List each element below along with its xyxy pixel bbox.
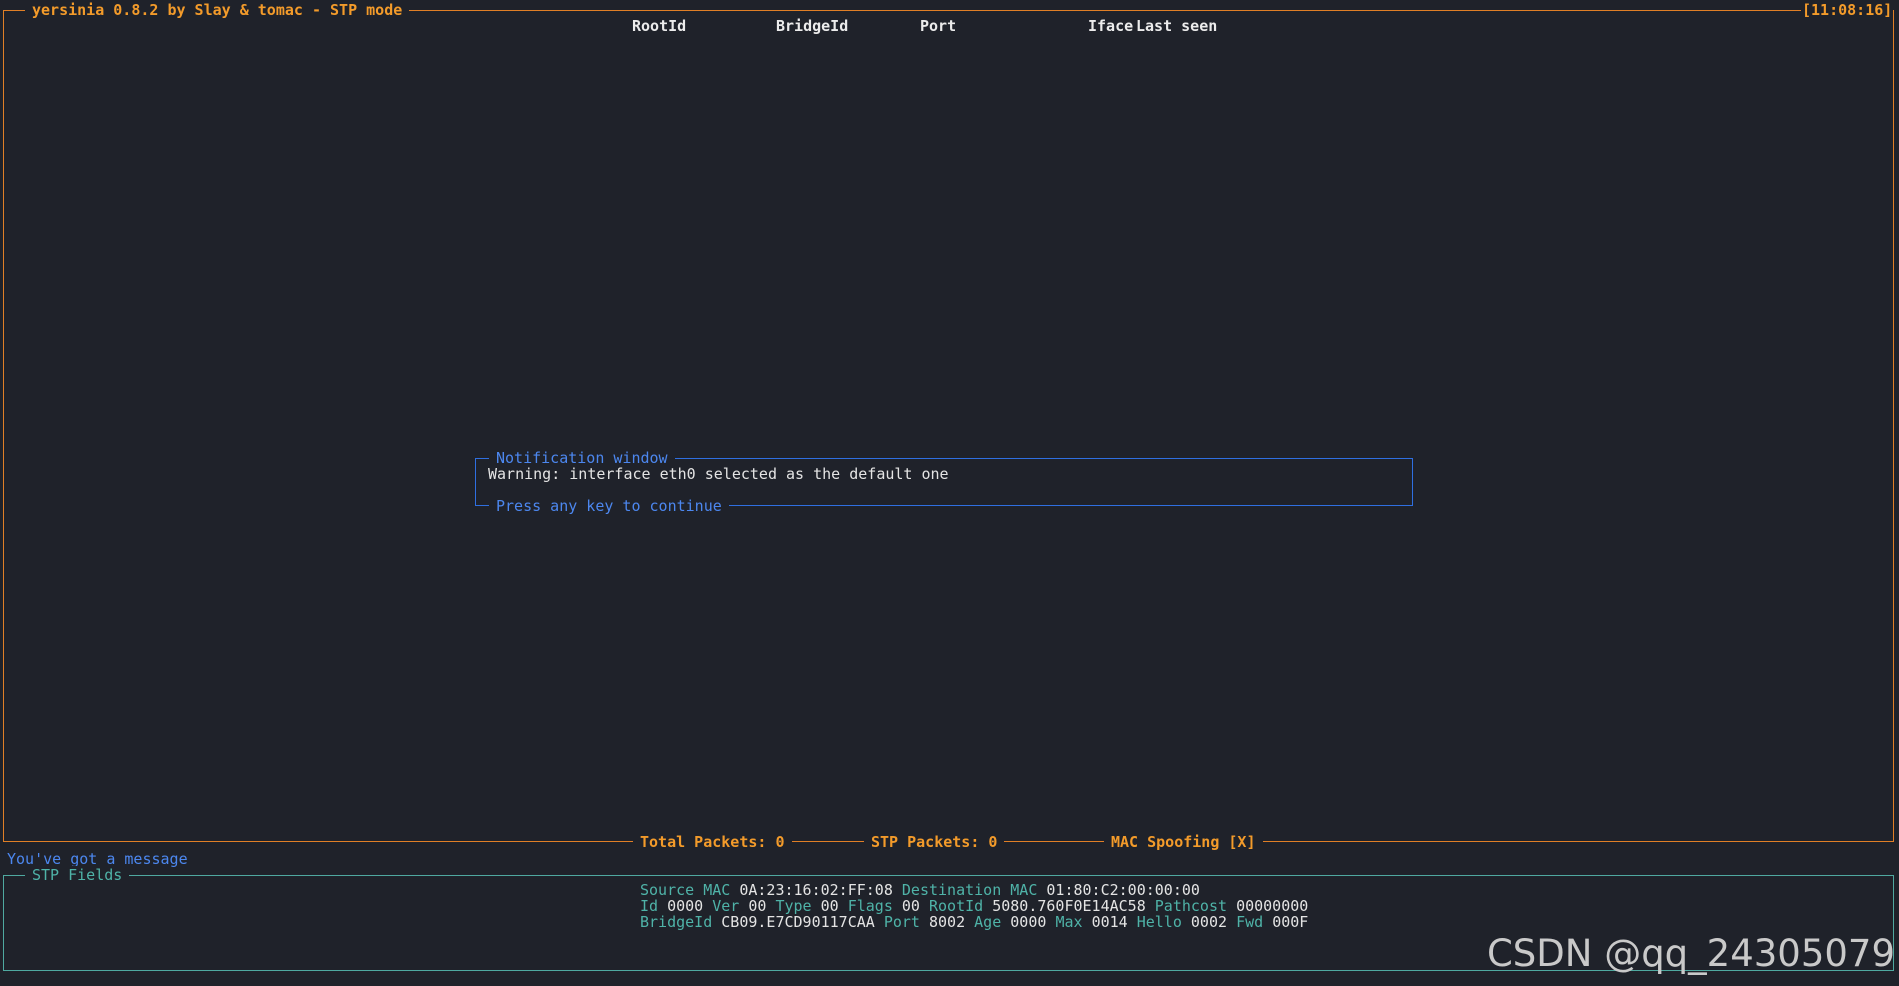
fwd-value[interactable]: 000F	[1272, 913, 1308, 931]
total-packets-counter: Total Packets: 0	[633, 833, 792, 851]
port-label: Port	[883, 913, 920, 931]
max-value[interactable]: 0014	[1092, 913, 1128, 931]
column-header-rootid[interactable]: RootId	[632, 17, 686, 35]
column-header-iface[interactable]: Iface	[1088, 17, 1133, 35]
watermark: CSDN @qq_24305079	[1486, 932, 1895, 975]
max-label: Max	[1055, 913, 1083, 931]
clock: [11:08:16]	[1801, 1, 1894, 19]
mac-spoofing-toggle[interactable]: MAC Spoofing [X]	[1104, 833, 1263, 851]
fields-row-bridge: BridgeId CB09.E7CD90117CAA Port 8002 Age…	[640, 913, 1308, 931]
notification-message: Warning: interface eth0 selected as the …	[488, 465, 949, 483]
age-value[interactable]: 0000	[1010, 913, 1046, 931]
column-header-bridgeid[interactable]: BridgeId	[776, 17, 848, 35]
main-panel	[3, 10, 1894, 842]
hello-value[interactable]: 0002	[1191, 913, 1227, 931]
window-title: yersinia 0.8.2 by Slay & tomac - STP mod…	[25, 1, 410, 19]
column-header-port[interactable]: Port	[920, 17, 956, 35]
stp-fields-title: STP Fields	[25, 866, 130, 884]
press-key-prompt[interactable]: Press any key to continue	[489, 497, 729, 515]
port-value[interactable]: 8002	[929, 913, 965, 931]
bridgeid-value[interactable]: CB09.E7CD90117CAA	[721, 913, 875, 931]
column-header-last-seen[interactable]: Last seen	[1136, 17, 1217, 35]
fwd-label: Fwd	[1236, 913, 1264, 931]
stp-packets-counter: STP Packets: 0	[864, 833, 1005, 851]
bridgeid-label: BridgeId	[640, 913, 713, 931]
age-label: Age	[974, 913, 1002, 931]
hello-label: Hello	[1136, 913, 1182, 931]
